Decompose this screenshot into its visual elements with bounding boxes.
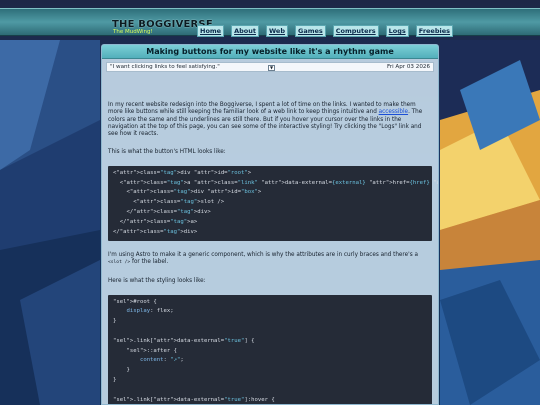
code-line: "sel">.link["attr">data-external="true"]… (113, 396, 275, 403)
nav-home-link[interactable]: Home (197, 25, 225, 37)
code-line: "sel">#root { (113, 298, 157, 305)
code-line: <"attr">class="tag">slot /> (113, 199, 225, 206)
code-line: <"attr">class="tag">div "attr">id="root"… (113, 169, 252, 176)
code-line: <"attr">class="tag">div "attr">id="box"> (113, 189, 262, 196)
code-line: </"attr">class="tag">div> (113, 228, 198, 235)
code-line: "sel">::after { (126, 347, 178, 354)
code-line: <"attr">class="tag">a "attr">class="link… (113, 179, 438, 186)
nav-logs-link[interactable]: Logs (385, 25, 409, 37)
post-meta-bar: "I want clicking links to feel satisfyin… (106, 62, 434, 72)
code-line: display: flex; (126, 308, 174, 315)
expand-toggle-icon[interactable]: ▼ (268, 65, 275, 71)
nav-games-link[interactable]: Games (294, 25, 326, 37)
post-quote: "I want clicking links to feel satisfyin… (110, 64, 220, 70)
code-line: content: "↗"; (139, 357, 184, 364)
code-line: "sel">.link["attr">data-external="true"]… (113, 337, 255, 344)
inline-code-slot: <slot /> (108, 260, 131, 266)
main-navigation: Home About Web Games Computers Logs Free… (197, 25, 454, 37)
code-line: </"attr">class="tag">div> (113, 208, 211, 215)
site-header: THE BOGGIVERSE The MudWing! Home About W… (0, 8, 540, 37)
paragraph-html-intro: This is what the button's HTML looks lik… (108, 149, 226, 156)
nav-about-link[interactable]: About (231, 25, 259, 37)
post-title: Making buttons for my website like it's … (102, 45, 438, 59)
html-code-block: <"attr">class="tag">div "attr">id="root"… (108, 165, 438, 241)
post-body: In my recent website redesign into the B… (102, 102, 438, 404)
paragraph-astro: I'm using Astro to make it a generic com… (108, 251, 418, 266)
code-line: } (113, 377, 117, 384)
paragraph-styling-intro: Here is what the styling looks like: (108, 278, 206, 285)
code-line: } (113, 318, 117, 325)
paragraph-intro: In my recent website redesign into the B… (108, 102, 423, 138)
post-date: Fri Apr 03 2026 (386, 64, 430, 70)
code-line: </"attr">class="tag">a> (113, 218, 198, 225)
nav-computers-link[interactable]: Computers (332, 25, 379, 37)
accessible-link[interactable]: accessible (379, 109, 408, 115)
nav-web-link[interactable]: Web (265, 25, 288, 37)
nav-freebies-link[interactable]: Freebies (415, 25, 454, 37)
code-line: } (113, 367, 130, 374)
css-code-block: "sel">#root { display: flex;} "sel">.lin… (108, 294, 432, 404)
blog-post-panel: Making buttons for my website like it's … (101, 44, 439, 405)
